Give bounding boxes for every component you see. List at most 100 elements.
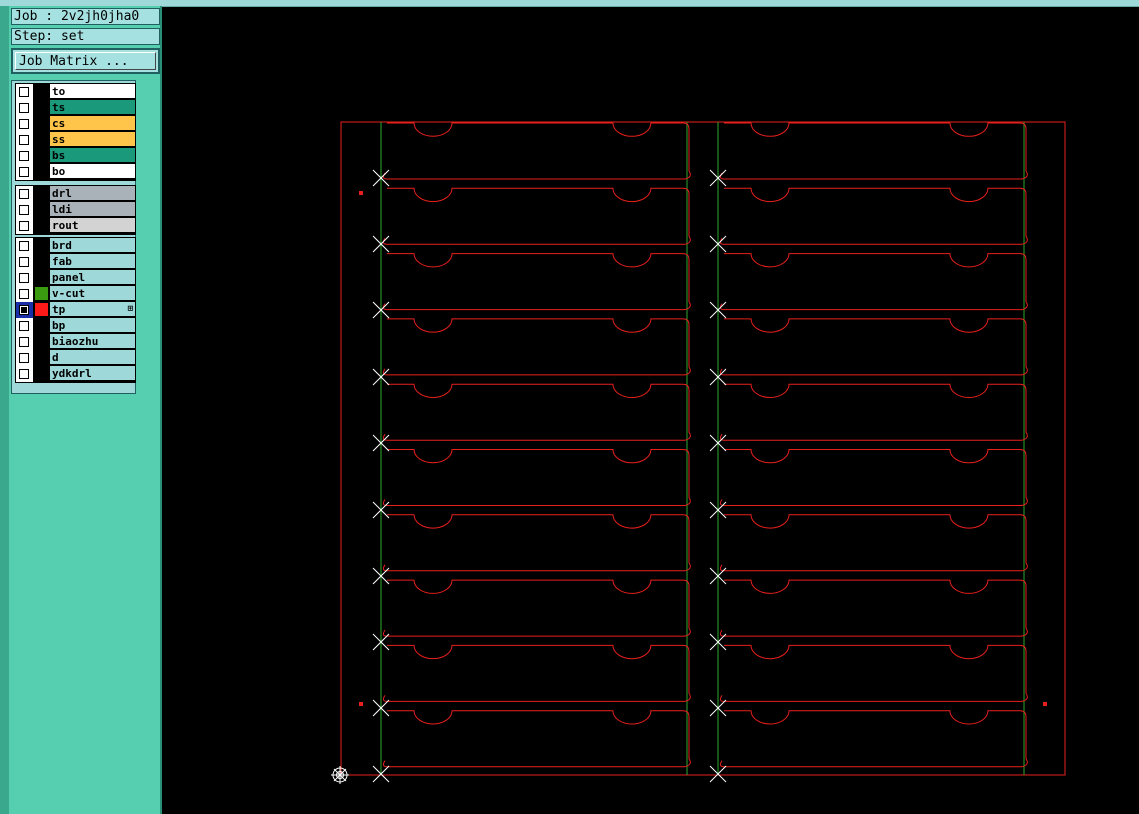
layer-group: drl ldi rout	[15, 185, 136, 235]
board-outline	[719, 187, 1028, 245]
layer-checkbox-cell	[16, 186, 33, 202]
layer-row-v-cut[interactable]: v-cut	[16, 286, 135, 302]
layer-marker-icon: ⊞	[127, 304, 133, 314]
layer-checkbox[interactable]	[19, 167, 29, 177]
layer-checkbox[interactable]	[19, 135, 29, 145]
layer-checkbox[interactable]	[19, 151, 29, 161]
layer-checkbox[interactable]	[19, 189, 29, 199]
layer-name: ts	[50, 100, 135, 115]
layer-row-rout[interactable]: rout	[16, 218, 135, 234]
board-outline	[382, 644, 691, 702]
layer-checkbox[interactable]	[19, 257, 29, 267]
board-outline	[719, 383, 1028, 441]
board-outline	[382, 579, 691, 637]
layer-checkbox-cell	[16, 302, 33, 318]
layer-row-bp[interactable]: bp	[16, 318, 135, 334]
board-outline	[382, 710, 691, 768]
board-outline	[719, 318, 1028, 376]
layer-checkbox-cell	[16, 116, 33, 132]
tooling-dot	[359, 702, 363, 706]
layer-name: tp ⊞	[50, 302, 135, 317]
layer-row-ss[interactable]: ss	[16, 132, 135, 148]
layer-row-fab[interactable]: fab	[16, 254, 135, 270]
board-outline	[382, 383, 691, 441]
layer-checkbox[interactable]	[19, 103, 29, 113]
step-label: Step: set	[11, 28, 160, 45]
layer-row-ydkdrl[interactable]: ydkdrl	[16, 366, 135, 382]
layer-checkbox-cell	[16, 270, 33, 286]
layer-name: drl	[50, 186, 135, 201]
layer-row-biaozhu[interactable]: biaozhu	[16, 334, 135, 350]
layer-checkbox-cell	[16, 318, 33, 334]
layer-checkbox-cell	[16, 334, 33, 350]
layer-name: bo	[50, 164, 135, 179]
layer-checkbox-cell	[16, 164, 33, 180]
layer-checkbox-cell	[16, 286, 33, 302]
layer-name: ldi	[50, 202, 135, 217]
layer-row-tp[interactable]: tp ⊞	[16, 302, 135, 318]
layer-row-d[interactable]: d	[16, 350, 135, 366]
layer-name: fab	[50, 254, 135, 269]
job-matrix-button[interactable]: Job Matrix ...	[11, 48, 160, 74]
layer-color-swatch[interactable]	[35, 303, 48, 316]
job-matrix-button-label: Job Matrix ...	[15, 52, 156, 70]
layer-name: rout	[50, 218, 135, 233]
board-outline	[382, 187, 691, 245]
board-outline	[382, 122, 691, 180]
tooling-dot	[1043, 702, 1047, 706]
layer-checkbox[interactable]	[19, 353, 29, 363]
layer-list-panel: to ts cs ss bs bo drl ldi rout brd fab panel v-cut tp…	[11, 80, 136, 394]
graphics-canvas[interactable]	[164, 6, 1139, 814]
layer-row-brd[interactable]: brd	[16, 238, 135, 254]
layer-row-bo[interactable]: bo	[16, 164, 135, 180]
board-outline	[719, 644, 1028, 702]
layer-checkbox[interactable]	[19, 305, 29, 315]
job-label: Job : 2v2jh0jha0	[11, 8, 160, 25]
layer-name: panel	[50, 270, 135, 285]
layer-row-bs[interactable]: bs	[16, 148, 135, 164]
panel-border	[340, 121, 1066, 776]
layer-row-ldi[interactable]: ldi	[16, 202, 135, 218]
layer-row-drl[interactable]: drl	[16, 186, 135, 202]
layer-checkbox-cell	[16, 218, 33, 234]
layer-group: brd fab panel v-cut tp ⊞ bp biaozhu d ydkdrl	[15, 237, 136, 383]
board-outline	[719, 253, 1028, 311]
layer-row-to[interactable]: to	[16, 84, 135, 100]
layer-row-panel[interactable]: panel	[16, 270, 135, 286]
board-outline	[382, 318, 691, 376]
layer-checkbox[interactable]	[19, 289, 29, 299]
board-outline	[382, 449, 691, 506]
layer-checkbox[interactable]	[19, 337, 29, 347]
layer-color-swatch[interactable]	[35, 287, 48, 300]
layer-row-ts[interactable]: ts	[16, 100, 135, 116]
layer-checkbox-cell	[16, 254, 33, 270]
layer-checkbox[interactable]	[19, 321, 29, 331]
layer-checkbox-cell	[16, 366, 33, 382]
layer-checkbox[interactable]	[19, 119, 29, 129]
layer-checkbox[interactable]	[19, 87, 29, 97]
board-outline	[719, 579, 1028, 637]
layer-checkbox[interactable]	[19, 221, 29, 231]
layer-checkbox-cell	[16, 350, 33, 366]
layer-checkbox[interactable]	[19, 273, 29, 283]
layer-name: ydkdrl	[50, 366, 135, 381]
layer-name: brd	[50, 238, 135, 253]
board-outline	[719, 710, 1028, 768]
layer-checkbox[interactable]	[19, 369, 29, 379]
layer-name: to	[50, 84, 135, 99]
layer-name: ss	[50, 132, 135, 147]
layer-checkbox-cell	[16, 84, 33, 100]
layer-row-cs[interactable]: cs	[16, 116, 135, 132]
layer-group: to ts cs ss bs bo	[15, 83, 136, 181]
layer-checkbox-cell	[16, 132, 33, 148]
layer-name: cs	[50, 116, 135, 131]
layer-checkbox[interactable]	[19, 205, 29, 215]
layer-name: bs	[50, 148, 135, 163]
board-outline	[382, 514, 691, 572]
layer-checkbox-cell	[16, 148, 33, 164]
layer-checkbox[interactable]	[19, 241, 29, 251]
side-strip	[0, 6, 9, 814]
layer-checkbox-cell	[16, 100, 33, 116]
board-outline	[719, 449, 1028, 506]
layer-name: d	[50, 350, 135, 365]
